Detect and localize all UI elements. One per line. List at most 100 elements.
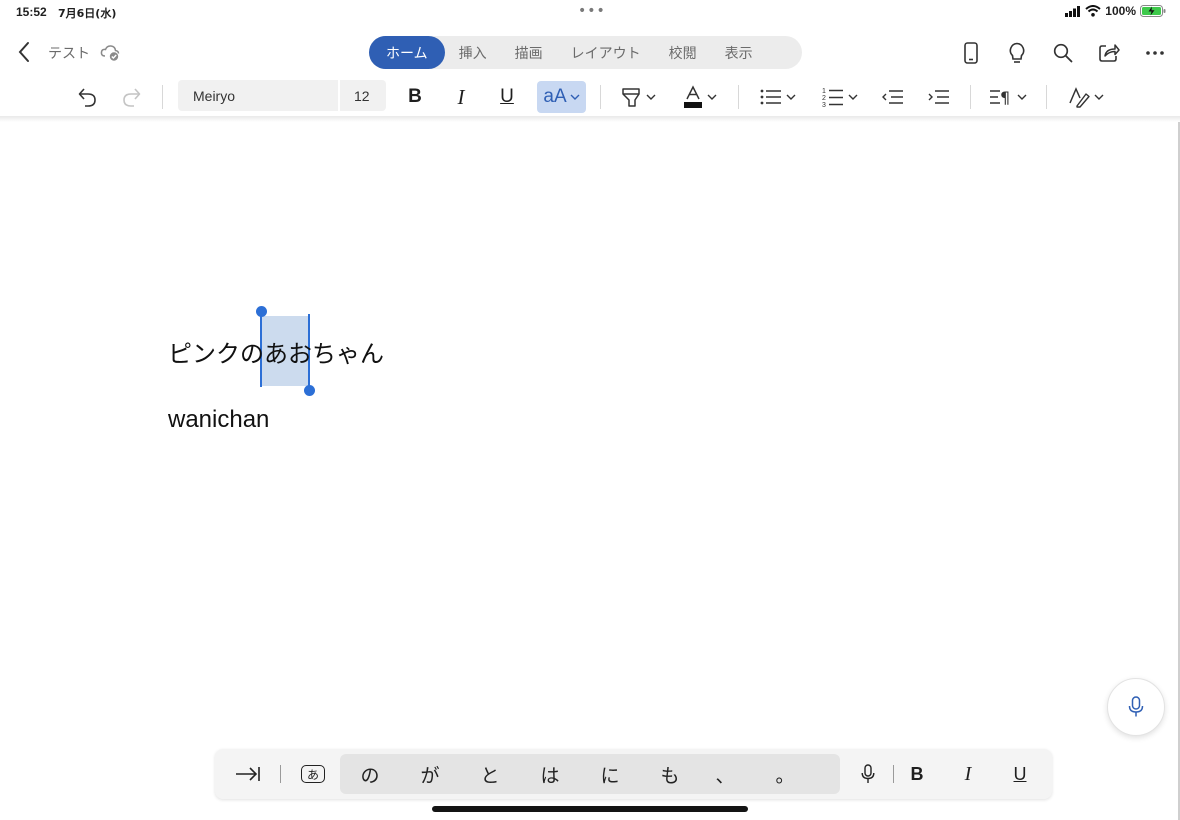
mobile-view-button[interactable]	[956, 38, 986, 68]
share-icon	[1099, 44, 1120, 62]
bar-bold-button[interactable]: B	[903, 749, 931, 799]
back-button[interactable]	[12, 40, 36, 64]
paragraph-marks-icon: ¶	[990, 88, 1010, 106]
svg-text:¶: ¶	[1000, 88, 1010, 106]
document-paragraph-2[interactable]: wanichan	[168, 406, 269, 434]
paragraph-1-text-after: ちゃん	[312, 340, 384, 368]
tab-view[interactable]: 表示	[711, 36, 767, 69]
status-date: 7月6日(水)	[58, 7, 117, 20]
bar-underline-button[interactable]: U	[1006, 749, 1034, 799]
multitasking-dots-icon[interactable]: •••	[578, 4, 606, 18]
bullets-button[interactable]	[756, 81, 800, 113]
numbering-button[interactable]: 1 2 3	[818, 81, 862, 113]
candidate-button[interactable]: も	[640, 754, 700, 794]
decrease-indent-icon	[882, 90, 903, 104]
candidate-button[interactable]: の	[340, 754, 400, 794]
ellipsis-icon	[1146, 51, 1164, 55]
font-color-icon	[684, 85, 702, 108]
bar-divider	[280, 765, 281, 783]
home-indicator[interactable]	[432, 806, 748, 812]
ribbon-divider	[1046, 85, 1047, 109]
font-size-field[interactable]: 12	[340, 80, 386, 111]
lightbulb-icon	[1009, 42, 1025, 63]
chevron-down-icon	[1094, 94, 1104, 100]
tab-home[interactable]: ホーム	[369, 36, 445, 69]
underline-icon: U	[500, 86, 514, 107]
candidate-button[interactable]: が	[400, 754, 460, 794]
undo-button[interactable]	[72, 81, 102, 113]
bold-button[interactable]: B	[400, 81, 430, 113]
search-button[interactable]	[1048, 38, 1078, 68]
candidate-button[interactable]: 。	[755, 754, 815, 794]
candidate-button[interactable]: に	[580, 754, 640, 794]
battery-percent: 100%	[1105, 4, 1136, 18]
candidate-button[interactable]: は	[520, 754, 580, 794]
paragraph-formatting-button[interactable]: ¶	[986, 81, 1030, 113]
dictate-button[interactable]	[1107, 678, 1165, 736]
status-right: 100%	[1065, 4, 1166, 18]
candidate-button[interactable]: と	[460, 754, 520, 794]
share-button[interactable]	[1094, 38, 1124, 68]
styles-pen-icon	[1069, 87, 1090, 108]
ribbon-toolbar: Meiryo 12 B I U aA 1 2 3 ¶	[0, 76, 1180, 118]
bullet-list-icon	[760, 89, 781, 105]
status-time: 15:52	[16, 5, 47, 19]
ribbon-divider	[970, 85, 971, 109]
selected-text: あお	[264, 340, 312, 368]
ribbon-divider	[162, 85, 163, 109]
status-bar: 15:52 7月6日(水) ••• 100%	[0, 0, 1180, 24]
ideas-button[interactable]	[1002, 38, 1032, 68]
text-effects-button[interactable]: aA	[537, 81, 586, 113]
search-icon	[1053, 43, 1073, 63]
tab-arrow-icon	[236, 767, 260, 781]
cloud-saved-icon[interactable]	[99, 41, 121, 63]
chevron-down-icon	[570, 94, 580, 100]
bar-italic-button[interactable]: I	[954, 749, 982, 799]
redo-button[interactable]	[117, 81, 147, 113]
dictation-key-button[interactable]	[853, 749, 883, 799]
chevron-down-icon	[646, 94, 656, 100]
decrease-indent-button[interactable]	[878, 81, 908, 113]
paragraph-1-text-before: ピンクの	[168, 340, 264, 368]
selection-start-handle[interactable]	[256, 306, 267, 317]
italic-icon: I	[457, 84, 465, 109]
font-name-field[interactable]: Meiryo	[178, 80, 338, 111]
more-options-button[interactable]	[1140, 38, 1170, 68]
numbered-list-icon: 1 2 3	[822, 88, 843, 108]
tab-review[interactable]: 校閲	[655, 36, 711, 69]
tab-layout[interactable]: レイアウト	[557, 36, 655, 69]
battery-charging-icon	[1140, 5, 1166, 17]
chevron-down-icon	[786, 94, 796, 100]
font-color-button[interactable]	[678, 81, 722, 113]
undo-icon	[78, 88, 96, 107]
title-actions	[956, 38, 1170, 68]
italic-button[interactable]: I	[446, 81, 476, 113]
increase-indent-icon	[928, 90, 949, 104]
word-app-screen: 15:52 7月6日(水) ••• 100% テスト ホーム 挿入 描画 レイア…	[0, 0, 1180, 820]
chevron-down-icon	[1017, 94, 1027, 100]
title-bar: テスト ホーム 挿入 描画 レイアウト 校閲 表示	[0, 30, 1180, 74]
input-mode-button[interactable]: あ	[297, 749, 329, 799]
ribbon-shadow	[0, 116, 1180, 122]
redo-icon	[123, 88, 141, 107]
chevron-down-icon	[848, 94, 858, 100]
tab-key-button[interactable]	[231, 749, 265, 799]
highlight-color-button[interactable]	[616, 81, 660, 113]
ribbon-divider	[600, 85, 601, 109]
tab-insert[interactable]: 挿入	[445, 36, 501, 69]
svg-text:2: 2	[822, 95, 826, 102]
chevron-left-icon	[18, 42, 29, 62]
document-paragraph-1[interactable]: ピンクのあおちゃん	[168, 334, 384, 369]
increase-indent-button[interactable]	[924, 81, 954, 113]
candidate-button[interactable]: 、	[695, 754, 755, 794]
styles-button[interactable]	[1064, 81, 1108, 113]
tab-draw[interactable]: 描画	[501, 36, 557, 69]
bold-icon: B	[408, 86, 422, 107]
document-title[interactable]: テスト	[48, 43, 90, 63]
phone-icon	[964, 42, 978, 64]
kana-input-icon: あ	[301, 765, 325, 783]
microphone-icon	[861, 764, 875, 783]
ribbon-tabs: ホーム 挿入 描画 レイアウト 校閲 表示	[369, 36, 802, 69]
selection-end-handle[interactable]	[304, 385, 315, 396]
underline-button[interactable]: U	[492, 81, 522, 113]
